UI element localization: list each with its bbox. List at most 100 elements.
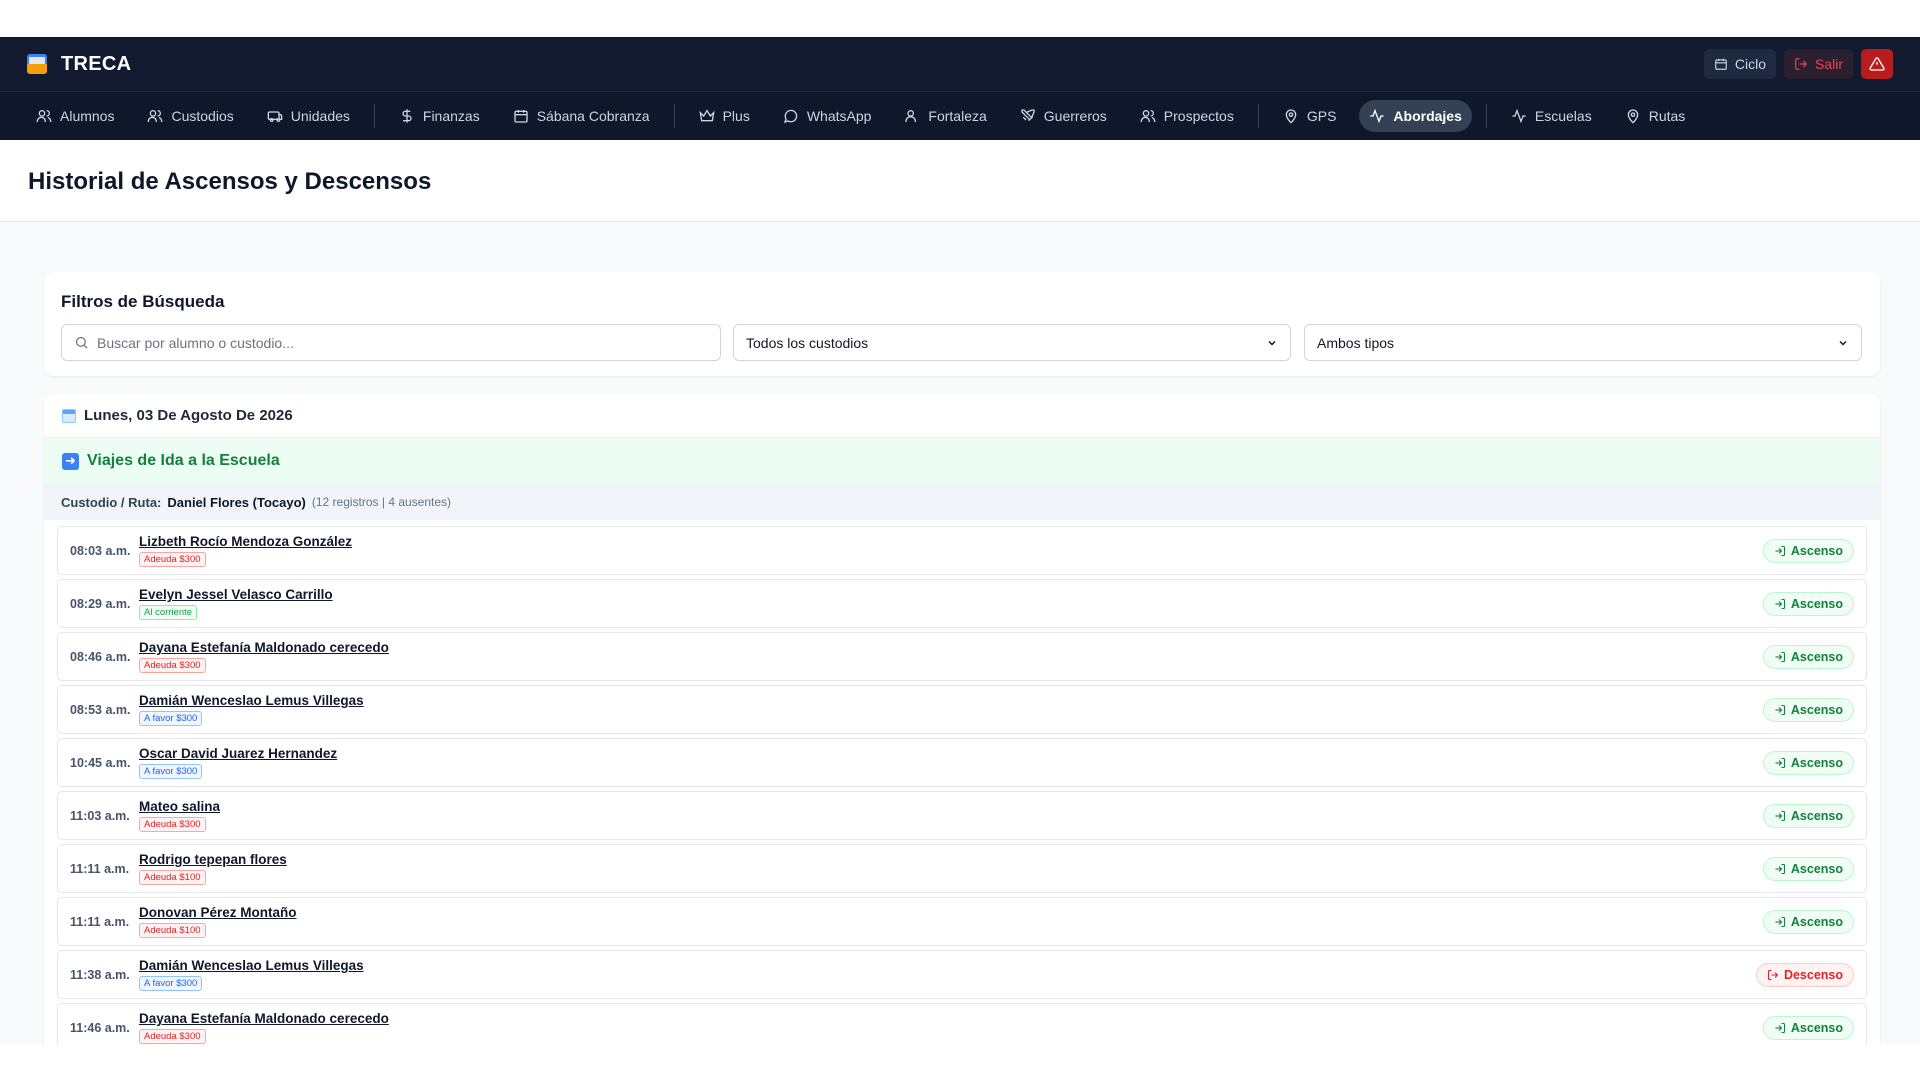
- student-link[interactable]: Damián Wenceslao Lemus Villegas: [139, 958, 364, 973]
- nav-label: Sábana Cobranza: [536, 108, 650, 124]
- student-link[interactable]: Dayana Estefanía Maldonado cerecedo: [139, 1011, 389, 1026]
- login-icon: [1775, 598, 1785, 609]
- day-group: Lunes, 03 De Agosto De 2026 ➜ Viajes de …: [44, 394, 1880, 1045]
- balance-badge: A favor $300: [139, 976, 203, 991]
- nav-label: Abordajes: [1393, 108, 1462, 124]
- search-input[interactable]: [97, 334, 697, 351]
- trip-header: ➜ Viajes de Ida a la Escuela: [44, 438, 1880, 484]
- search-box: [61, 324, 721, 361]
- crown-icon: [698, 109, 715, 122]
- student-link[interactable]: Mateo salina: [139, 799, 220, 814]
- main-nav: Alumnos Custodios Unidades Finanzas Sába…: [0, 91, 1920, 140]
- chevron-down-icon: [1268, 340, 1276, 346]
- day-date: Lunes, 03 De Agosto De 2026: [84, 407, 293, 424]
- student-link[interactable]: Damián Wenceslao Lemus Villegas: [139, 693, 364, 708]
- nav-item-guerreros[interactable]: Guerreros: [1010, 100, 1117, 132]
- users-icon: [1140, 110, 1156, 122]
- student-link[interactable]: Lizbeth Rocío Mendoza González: [139, 534, 352, 549]
- nav-item-escuelas[interactable]: Escuelas: [1501, 100, 1602, 132]
- list-item[interactable]: 11:46 a.m. Dayana Estefanía Maldonado ce…: [57, 1003, 1867, 1045]
- nav-label: Fortaleza: [928, 108, 987, 124]
- alert-button[interactable]: [1861, 49, 1893, 79]
- record-type-label: Ascenso: [1790, 702, 1843, 717]
- login-icon: [1775, 810, 1785, 821]
- nav-label: Plus: [722, 108, 750, 124]
- nav-item-alumnos[interactable]: Alumnos: [26, 100, 124, 132]
- route-meta: (12 registros | 4 ausentes): [311, 495, 452, 509]
- list-item[interactable]: 08:03 a.m. Lizbeth Rocío Mendoza Gonzále…: [57, 526, 1867, 575]
- login-icon: [1775, 704, 1785, 715]
- logout-button[interactable]: Salir: [1783, 49, 1853, 79]
- activity-icon: [1370, 108, 1385, 124]
- record-type-label: Ascenso: [1790, 1020, 1843, 1035]
- record-time: 08:29 a.m.: [70, 596, 131, 611]
- nav-item-gps[interactable]: GPS: [1273, 100, 1347, 132]
- record-type-label: Ascenso: [1790, 755, 1843, 770]
- record-info: Dayana Estefanía Maldonado cerecedo Adeu…: [139, 1011, 389, 1044]
- balance-badge: Adeuda $300: [139, 817, 206, 832]
- login-icon: [1775, 916, 1785, 927]
- list-item[interactable]: 11:38 a.m. Damián Wenceslao Lemus Villeg…: [57, 950, 1867, 999]
- record-type-label: Ascenso: [1790, 543, 1843, 558]
- nav-label: Prospectos: [1163, 108, 1234, 124]
- nav-item-prospectos[interactable]: Prospectos: [1130, 100, 1244, 132]
- nav-item-fortaleza[interactable]: Fortaleza: [894, 100, 996, 132]
- list-item[interactable]: 11:11 a.m. Donovan Pérez Montaño Adeuda …: [57, 897, 1867, 946]
- nav-item-rutas[interactable]: Rutas: [1615, 100, 1696, 132]
- tipo-select[interactable]: Ambos tipos: [1304, 324, 1862, 361]
- nav-item-sabana-cobranza[interactable]: Sábana Cobranza: [503, 100, 660, 132]
- nav-label: GPS: [1306, 108, 1337, 124]
- brand[interactable]: TRECA: [27, 53, 131, 76]
- header-actions: Ciclo Salir: [1703, 49, 1893, 79]
- record-info: Damián Wenceslao Lemus Villegas A favor …: [139, 693, 364, 726]
- record-type-label: Ascenso: [1790, 649, 1843, 664]
- student-link[interactable]: Donovan Pérez Montaño: [139, 905, 297, 920]
- nav-label: Unidades: [290, 108, 350, 124]
- nav-item-plus[interactable]: Plus: [689, 100, 760, 132]
- record-time: 08:53 a.m.: [70, 702, 131, 717]
- record-info: Mateo salina Adeuda $300: [139, 799, 220, 832]
- list-item[interactable]: 11:03 a.m. Mateo salina Adeuda $300 Asce…: [57, 791, 1867, 840]
- list-item[interactable]: 08:46 a.m. Dayana Estefanía Maldonado ce…: [57, 632, 1867, 681]
- nav-item-finanzas[interactable]: Finanzas: [389, 100, 490, 132]
- nav-item-custodios[interactable]: Custodios: [137, 100, 243, 132]
- nav-item-abordajes[interactable]: Abordajes: [1359, 100, 1472, 132]
- nav-item-unidades[interactable]: Unidades: [257, 100, 360, 132]
- filters-title: Filtros de Búsqueda: [61, 292, 225, 311]
- record-type-badge: Ascenso: [1762, 750, 1854, 775]
- record-info: Oscar David Juarez Hernandez A favor $30…: [139, 746, 337, 779]
- dollar-icon: [402, 109, 412, 123]
- record-type-badge: Ascenso: [1762, 591, 1854, 616]
- student-link[interactable]: Oscar David Juarez Hernandez: [139, 746, 337, 761]
- balance-badge: Al corriente: [139, 605, 198, 620]
- balance-badge: Adeuda $300: [139, 552, 206, 567]
- list-item[interactable]: 10:45 a.m. Oscar David Juarez Hernandez …: [57, 738, 1867, 787]
- balance-badge: Adeuda $100: [139, 923, 206, 938]
- list-item[interactable]: 08:29 a.m. Evelyn Jessel Velasco Carrill…: [57, 579, 1867, 628]
- student-link[interactable]: Rodrigo tepepan flores: [139, 852, 287, 867]
- ciclo-button[interactable]: Ciclo: [1703, 49, 1776, 79]
- calendar-icon: [1715, 58, 1727, 70]
- list-item[interactable]: 11:11 a.m. Rodrigo tepepan flores Adeuda…: [57, 844, 1867, 893]
- bus-icon: [267, 111, 283, 122]
- login-icon: [1775, 863, 1785, 874]
- login-icon: [1775, 651, 1785, 662]
- nav-item-whatsapp[interactable]: WhatsApp: [773, 100, 882, 132]
- trip-label: Viajes de Ida a la Escuela: [87, 452, 280, 469]
- swords-icon: [1021, 109, 1035, 122]
- nav-label: Alumnos: [60, 108, 115, 124]
- nav-label: Escuelas: [1534, 108, 1592, 124]
- chat-icon: [783, 109, 798, 124]
- map-pin-icon: [1627, 109, 1639, 124]
- logout-icon: [1795, 58, 1808, 70]
- record-info: Rodrigo tepepan flores Adeuda $100: [139, 852, 287, 885]
- record-type-label: Ascenso: [1790, 808, 1843, 823]
- student-link[interactable]: Dayana Estefanía Maldonado cerecedo: [139, 640, 389, 655]
- record-type-badge: Ascenso: [1762, 856, 1854, 881]
- custodio-select[interactable]: Todos los custodios: [733, 324, 1291, 361]
- record-info: Dayana Estefanía Maldonado cerecedo Adeu…: [139, 640, 389, 673]
- list-item[interactable]: 08:53 a.m. Damián Wenceslao Lemus Villeg…: [57, 685, 1867, 734]
- student-link[interactable]: Evelyn Jessel Velasco Carrillo: [139, 587, 333, 602]
- balance-badge: Adeuda $100: [139, 870, 206, 885]
- search-icon: [75, 336, 88, 349]
